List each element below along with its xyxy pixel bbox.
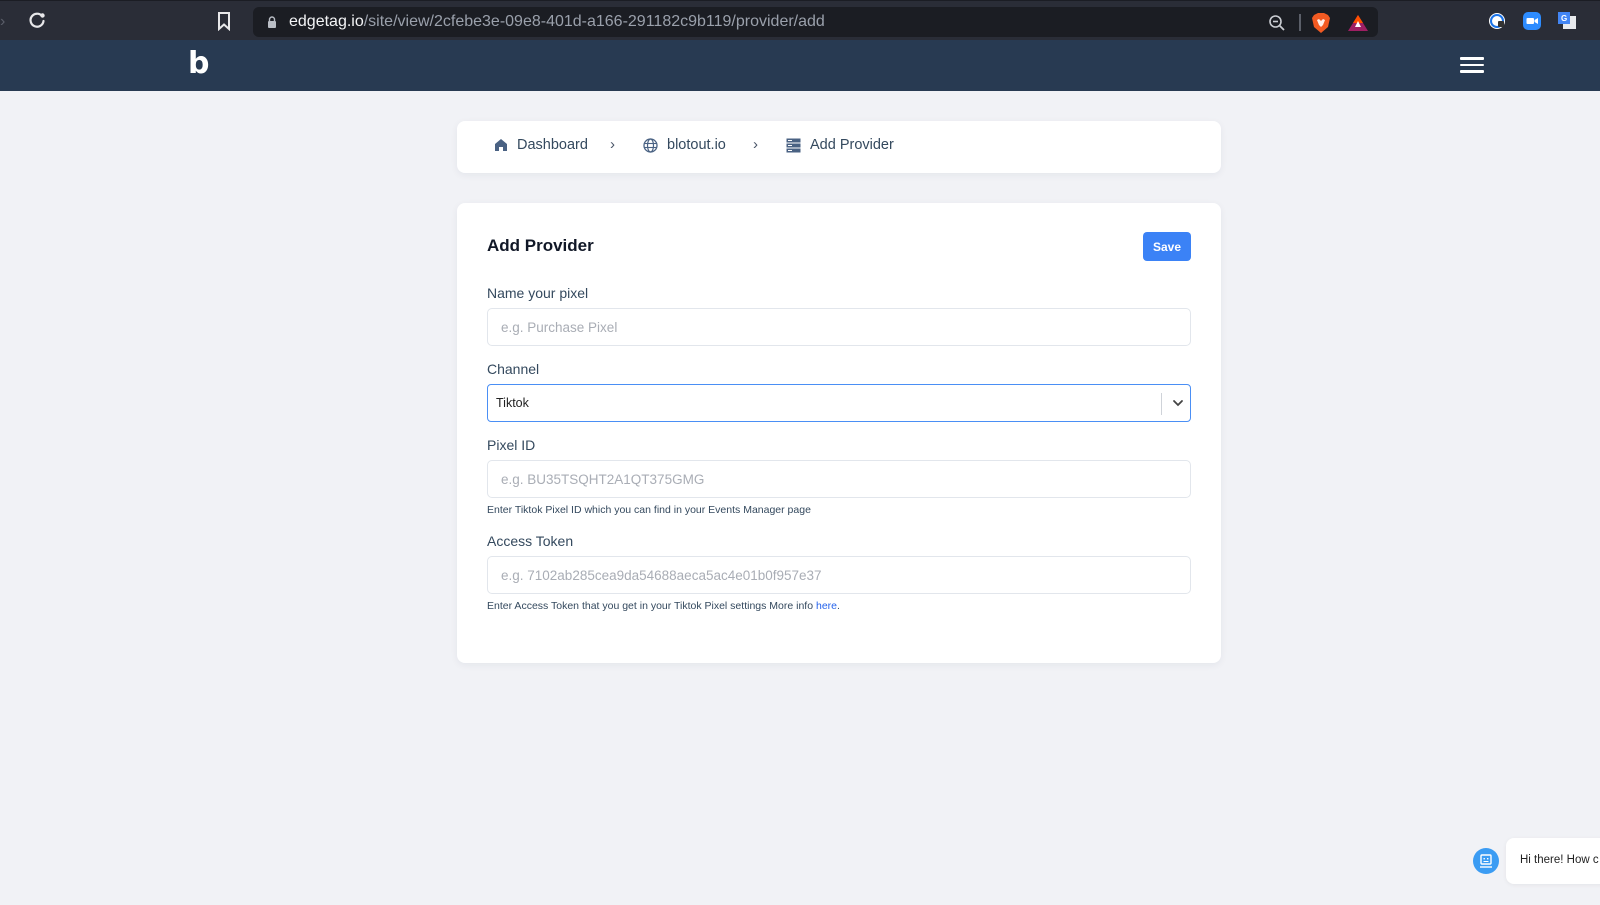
brave-shield-icon[interactable] — [1311, 12, 1331, 34]
svg-text:G: G — [1561, 14, 1567, 23]
breadcrumb-label: Add Provider — [810, 137, 894, 153]
server-icon — [786, 138, 801, 152]
more-info-link[interactable]: here — [816, 600, 837, 612]
add-provider-form: Add Provider Save Name your pixel Channe… — [457, 203, 1221, 663]
forward-icon[interactable]: › — [0, 13, 5, 31]
home-icon — [495, 139, 507, 151]
zoom-out-icon[interactable] — [1268, 14, 1286, 32]
logo[interactable]: b — [188, 46, 209, 81]
browser-toolbar: › edgetag.io/site/view/2cfebe3e-09e8-401… — [0, 0, 1600, 40]
breadcrumb: Dashboard › blotout.io › Add Provider — [457, 121, 1221, 173]
toolbar-separator — [1299, 14, 1301, 31]
reload-icon[interactable] — [26, 9, 48, 31]
bookmark-icon[interactable] — [216, 11, 232, 31]
lock-icon — [268, 16, 276, 28]
pixel-id-label: Pixel ID — [487, 437, 536, 453]
rewards-icon[interactable] — [1347, 14, 1369, 32]
select-divider — [1161, 393, 1162, 415]
channel-selected-value: Tiktok — [496, 396, 529, 410]
globe-icon — [643, 137, 658, 153]
help-text: Enter Access Token that you get in your … — [487, 600, 816, 612]
password-extension-icon[interactable] — [1487, 11, 1507, 31]
zoom-extension-icon[interactable] — [1522, 11, 1542, 31]
breadcrumb-add-provider[interactable]: Add Provider — [786, 137, 894, 153]
help-text-end: . — [837, 600, 840, 612]
url-path: /site/view/2cfebe3e-09e8-401d-a166-29118… — [363, 13, 825, 30]
url-text: edgetag.io/site/view/2cfebe3e-09e8-401d-… — [289, 13, 825, 31]
channel-label: Channel — [487, 361, 540, 377]
breadcrumb-label: Dashboard — [517, 137, 588, 153]
access-token-label: Access Token — [487, 533, 574, 549]
pixel-name-input[interactable] — [487, 308, 1191, 346]
chevron-down-icon[interactable] — [1171, 396, 1185, 410]
breadcrumb-separator: › — [610, 136, 615, 153]
form-title: Add Provider — [487, 236, 594, 255]
chat-bot-avatar[interactable] — [1473, 848, 1499, 874]
hamburger-menu-icon[interactable] — [1460, 57, 1484, 75]
chat-greeting-text: Hi there! How c — [1520, 854, 1599, 866]
translate-extension-icon[interactable]: G — [1557, 11, 1577, 31]
breadcrumb-separator: › — [753, 136, 758, 153]
pixel-name-label: Name your pixel — [487, 285, 589, 301]
address-bar[interactable]: edgetag.io/site/view/2cfebe3e-09e8-401d-… — [253, 7, 1378, 37]
breadcrumb-dashboard[interactable]: Dashboard — [494, 137, 588, 153]
breadcrumb-site[interactable]: blotout.io — [643, 137, 726, 153]
save-button[interactable]: Save — [1143, 232, 1191, 261]
url-host: edgetag.io — [289, 13, 364, 30]
access-token-input[interactable] — [487, 556, 1191, 594]
bot-icon — [1480, 854, 1492, 868]
access-token-help: Enter Access Token that you get in your … — [487, 600, 840, 612]
channel-select[interactable]: Tiktok — [487, 384, 1191, 422]
app-header: b — [0, 40, 1600, 91]
pixel-id-input[interactable] — [487, 460, 1191, 498]
breadcrumb-label: blotout.io — [667, 137, 726, 153]
chat-greeting-bubble[interactable]: Hi there! How c — [1506, 838, 1600, 884]
pixel-id-help: Enter Tiktok Pixel ID which you can find… — [487, 504, 811, 516]
